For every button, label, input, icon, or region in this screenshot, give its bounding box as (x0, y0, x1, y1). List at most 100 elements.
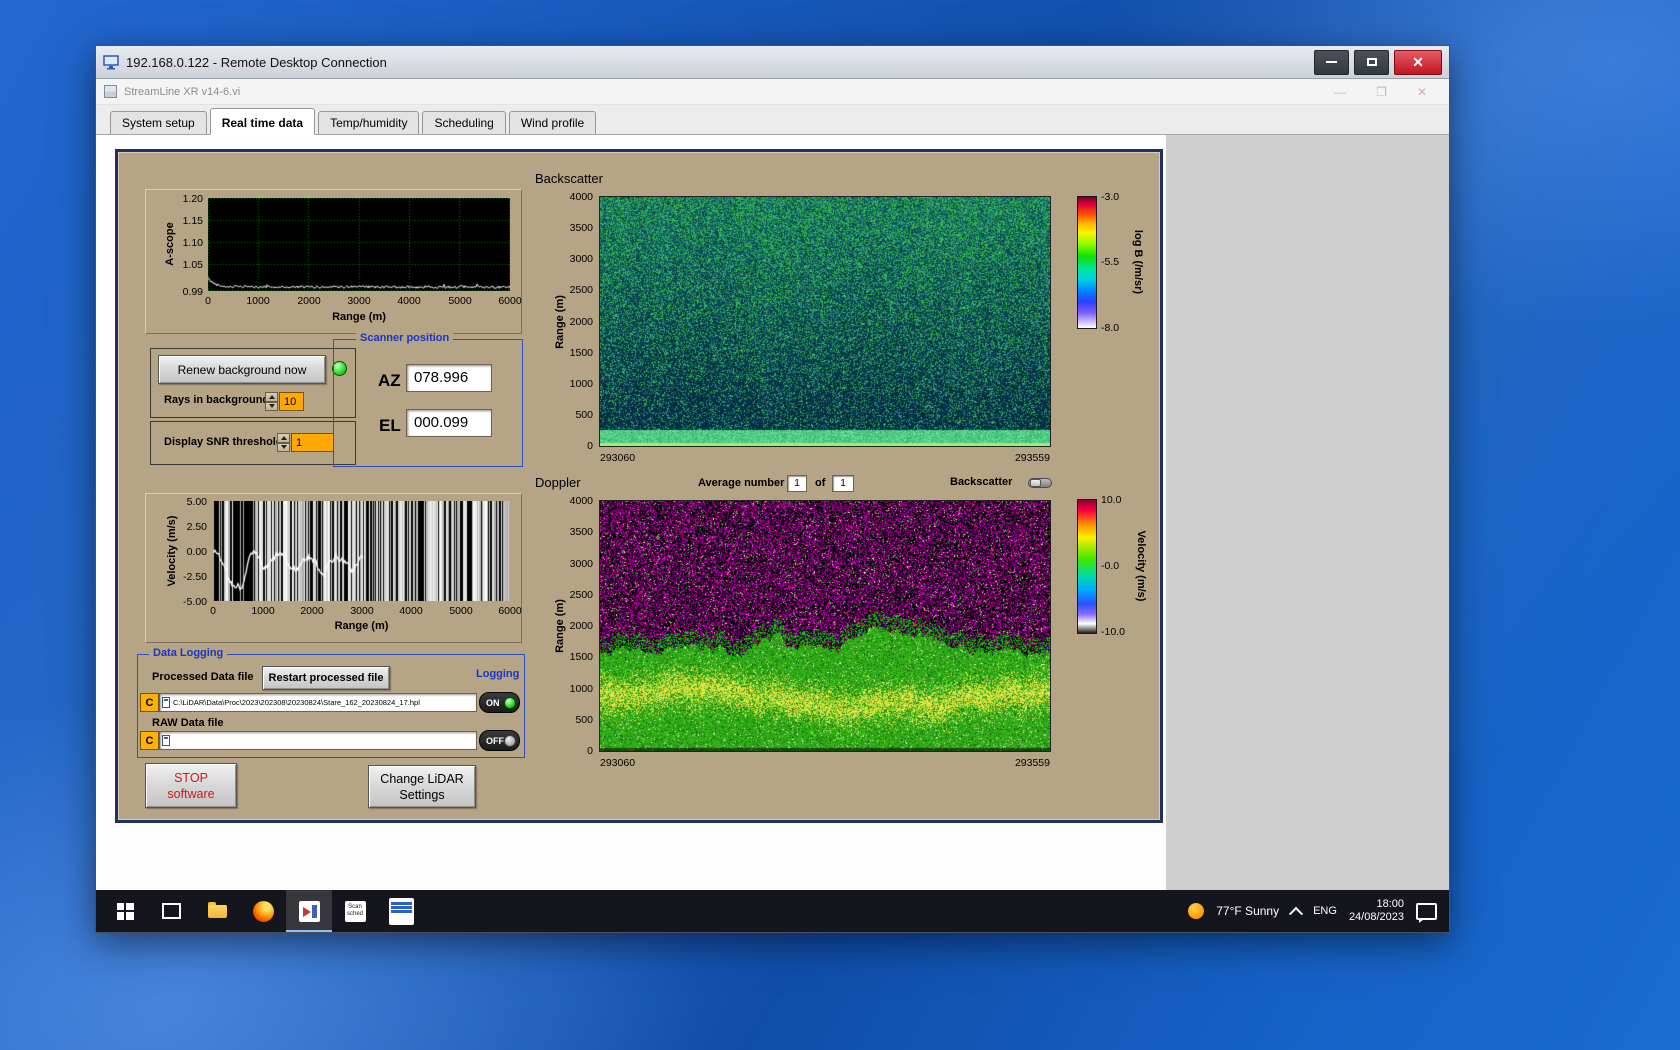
app-title: StreamLine XR v14-6.vi (124, 86, 240, 98)
tab-system-setup[interactable]: System setup (110, 111, 207, 134)
tick-label: 1500 (570, 347, 593, 359)
panel-background-region (1166, 135, 1449, 890)
rays-in-background-label: Rays in background (164, 394, 269, 406)
tray-chevron-up-icon[interactable] (1289, 907, 1303, 921)
rays-spinner[interactable] (265, 392, 278, 411)
language-indicator[interactable]: ENG (1313, 905, 1337, 917)
average-number-field[interactable]: 1 (787, 475, 807, 492)
change-lidar-settings-button[interactable]: Change LiDAR Settings (368, 765, 476, 808)
app-close-button[interactable]: ✕ (1417, 86, 1427, 98)
tick-label: 0 (191, 295, 225, 307)
tick-label: 5.00 (187, 496, 207, 508)
stop-button-line1: STOP (174, 770, 208, 786)
toggle-knob (1030, 479, 1041, 487)
tab-real-time-data[interactable]: Real time data (210, 108, 315, 135)
renew-background-button[interactable]: Renew background now (158, 355, 326, 384)
rdp-minimize-button[interactable] (1314, 50, 1349, 75)
file-explorer-button[interactable] (194, 890, 240, 932)
minimize-icon (1326, 61, 1337, 63)
tick-label: 1000 (570, 378, 593, 390)
tab-temp-humidity[interactable]: Temp/humidity (318, 111, 419, 134)
firefox-icon (253, 901, 274, 922)
raw-logging-toggle[interactable]: OFF (479, 730, 520, 751)
snr-threshold-label: Display SNR threshold (164, 436, 283, 448)
tab-wind-profile[interactable]: Wind profile (509, 111, 596, 134)
doppler-colorbar (1077, 499, 1097, 634)
tick-label: 4000 (570, 191, 593, 203)
stop-software-button[interactable]: STOP software (145, 763, 237, 808)
app-restore-button[interactable]: ❐ (1376, 86, 1387, 98)
snr-value-field[interactable]: 1 (291, 433, 334, 452)
of-label: of (815, 477, 825, 489)
front-panel-area: A-scope 1.20 1.15 1.10 1.05 0.99 0 (96, 135, 1449, 890)
az-value-field: 078.996 (406, 364, 492, 392)
snr-spinner[interactable] (277, 433, 290, 452)
average-number-label: Average number (698, 477, 784, 489)
start-button[interactable] (102, 890, 148, 932)
backscatter-colorbar-ticks: -3.0 -5.5 -8.0 (1101, 196, 1135, 329)
firefox-button[interactable] (240, 890, 286, 932)
el-label: EL (379, 416, 401, 436)
processed-logging-toggle[interactable]: ON (479, 692, 520, 713)
tick-label: 4000 (570, 495, 593, 507)
a-scope-x-axis-label: Range (m) (208, 311, 510, 323)
off-label: OFF (486, 736, 504, 746)
tick-label: 2000 (292, 295, 326, 307)
close-icon: ✕ (1412, 55, 1424, 69)
processed-data-file-label: Processed Data file (152, 671, 254, 683)
backscatter-x-end: 293559 (990, 452, 1050, 464)
rdp-close-button[interactable]: ✕ (1394, 50, 1442, 75)
app-window-controls: — ❐ ✕ (1334, 86, 1441, 98)
logging-label: Logging (476, 668, 519, 680)
real-time-data-panel: A-scope 1.20 1.15 1.10 1.05 0.99 0 (115, 149, 1163, 823)
backscatter-display-toggle[interactable] (1028, 478, 1052, 488)
restart-processed-file-button[interactable]: Restart processed file (262, 666, 390, 690)
tab-scheduling[interactable]: Scheduling (422, 111, 505, 134)
tick-label: 1.10 (183, 237, 203, 249)
rays-value-field[interactable]: 10 (279, 392, 304, 411)
taskbar-clock[interactable]: 18:00 24/08/2023 (1349, 898, 1404, 924)
backscatter-colorbar (1077, 196, 1097, 329)
rdp-maximize-button[interactable] (1354, 50, 1389, 75)
tick-label: 1.15 (183, 215, 203, 227)
raw-path-field[interactable] (159, 731, 477, 750)
az-label: AZ (378, 371, 401, 391)
spinner-up-icon[interactable] (277, 433, 290, 443)
processed-drive-box[interactable]: C (140, 693, 159, 712)
file-icon (162, 735, 170, 746)
tick-label: 500 (575, 409, 593, 421)
tick-label: 0 (196, 605, 230, 617)
velocity-plot-canvas (213, 501, 510, 601)
spinner-up-icon[interactable] (265, 392, 278, 402)
action-center-icon[interactable] (1416, 903, 1437, 920)
document-app-button[interactable] (378, 890, 424, 932)
stop-button-line2: software (167, 786, 214, 802)
doppler-x-end: 293559 (990, 757, 1050, 769)
tick-label: -8.0 (1101, 322, 1119, 334)
tick-label: -2.50 (183, 571, 207, 583)
task-view-button[interactable] (148, 890, 194, 932)
tick-label: 0 (587, 745, 593, 757)
data-logging-group: Data Logging Processed Data file Restart… (137, 654, 525, 758)
app-titlebar[interactable]: StreamLine XR v14-6.vi — ❐ ✕ (96, 79, 1449, 105)
tab-bar: System setup Real time data Temp/humidit… (96, 105, 1449, 135)
rdp-titlebar[interactable]: 192.168.0.122 - Remote Desktop Connectio… (96, 46, 1449, 79)
el-value-field: 000.099 (406, 409, 492, 437)
a-scope-y-ticks: 1.20 1.15 1.10 1.05 0.99 (175, 198, 205, 291)
streamline-taskbar-button[interactable] (286, 890, 332, 932)
weather-text[interactable]: 77°F Sunny (1216, 904, 1279, 918)
weather-sun-icon[interactable] (1188, 903, 1204, 919)
raw-drive-box[interactable]: C (140, 731, 159, 750)
on-label: ON (486, 698, 504, 708)
spinner-down-icon[interactable] (277, 443, 290, 453)
scanner-position-group: Scanner position AZ 078.996 EL 000.099 (333, 339, 523, 467)
tick-label: -0.0 (1101, 560, 1119, 572)
processed-path-field[interactable]: C:\LiDAR\Data\Proc\2023\202308\20230824\… (159, 693, 477, 712)
spinner-down-icon[interactable] (265, 402, 278, 412)
folder-icon (208, 905, 227, 918)
logging-off-led (504, 735, 516, 747)
scan-schedule-button[interactable]: Scan sched (332, 890, 378, 932)
app-minimize-button[interactable]: — (1334, 86, 1346, 98)
data-logging-title: Data Logging (149, 647, 227, 659)
streamline-app-window: StreamLine XR v14-6.vi — ❐ ✕ System setu… (96, 79, 1449, 890)
